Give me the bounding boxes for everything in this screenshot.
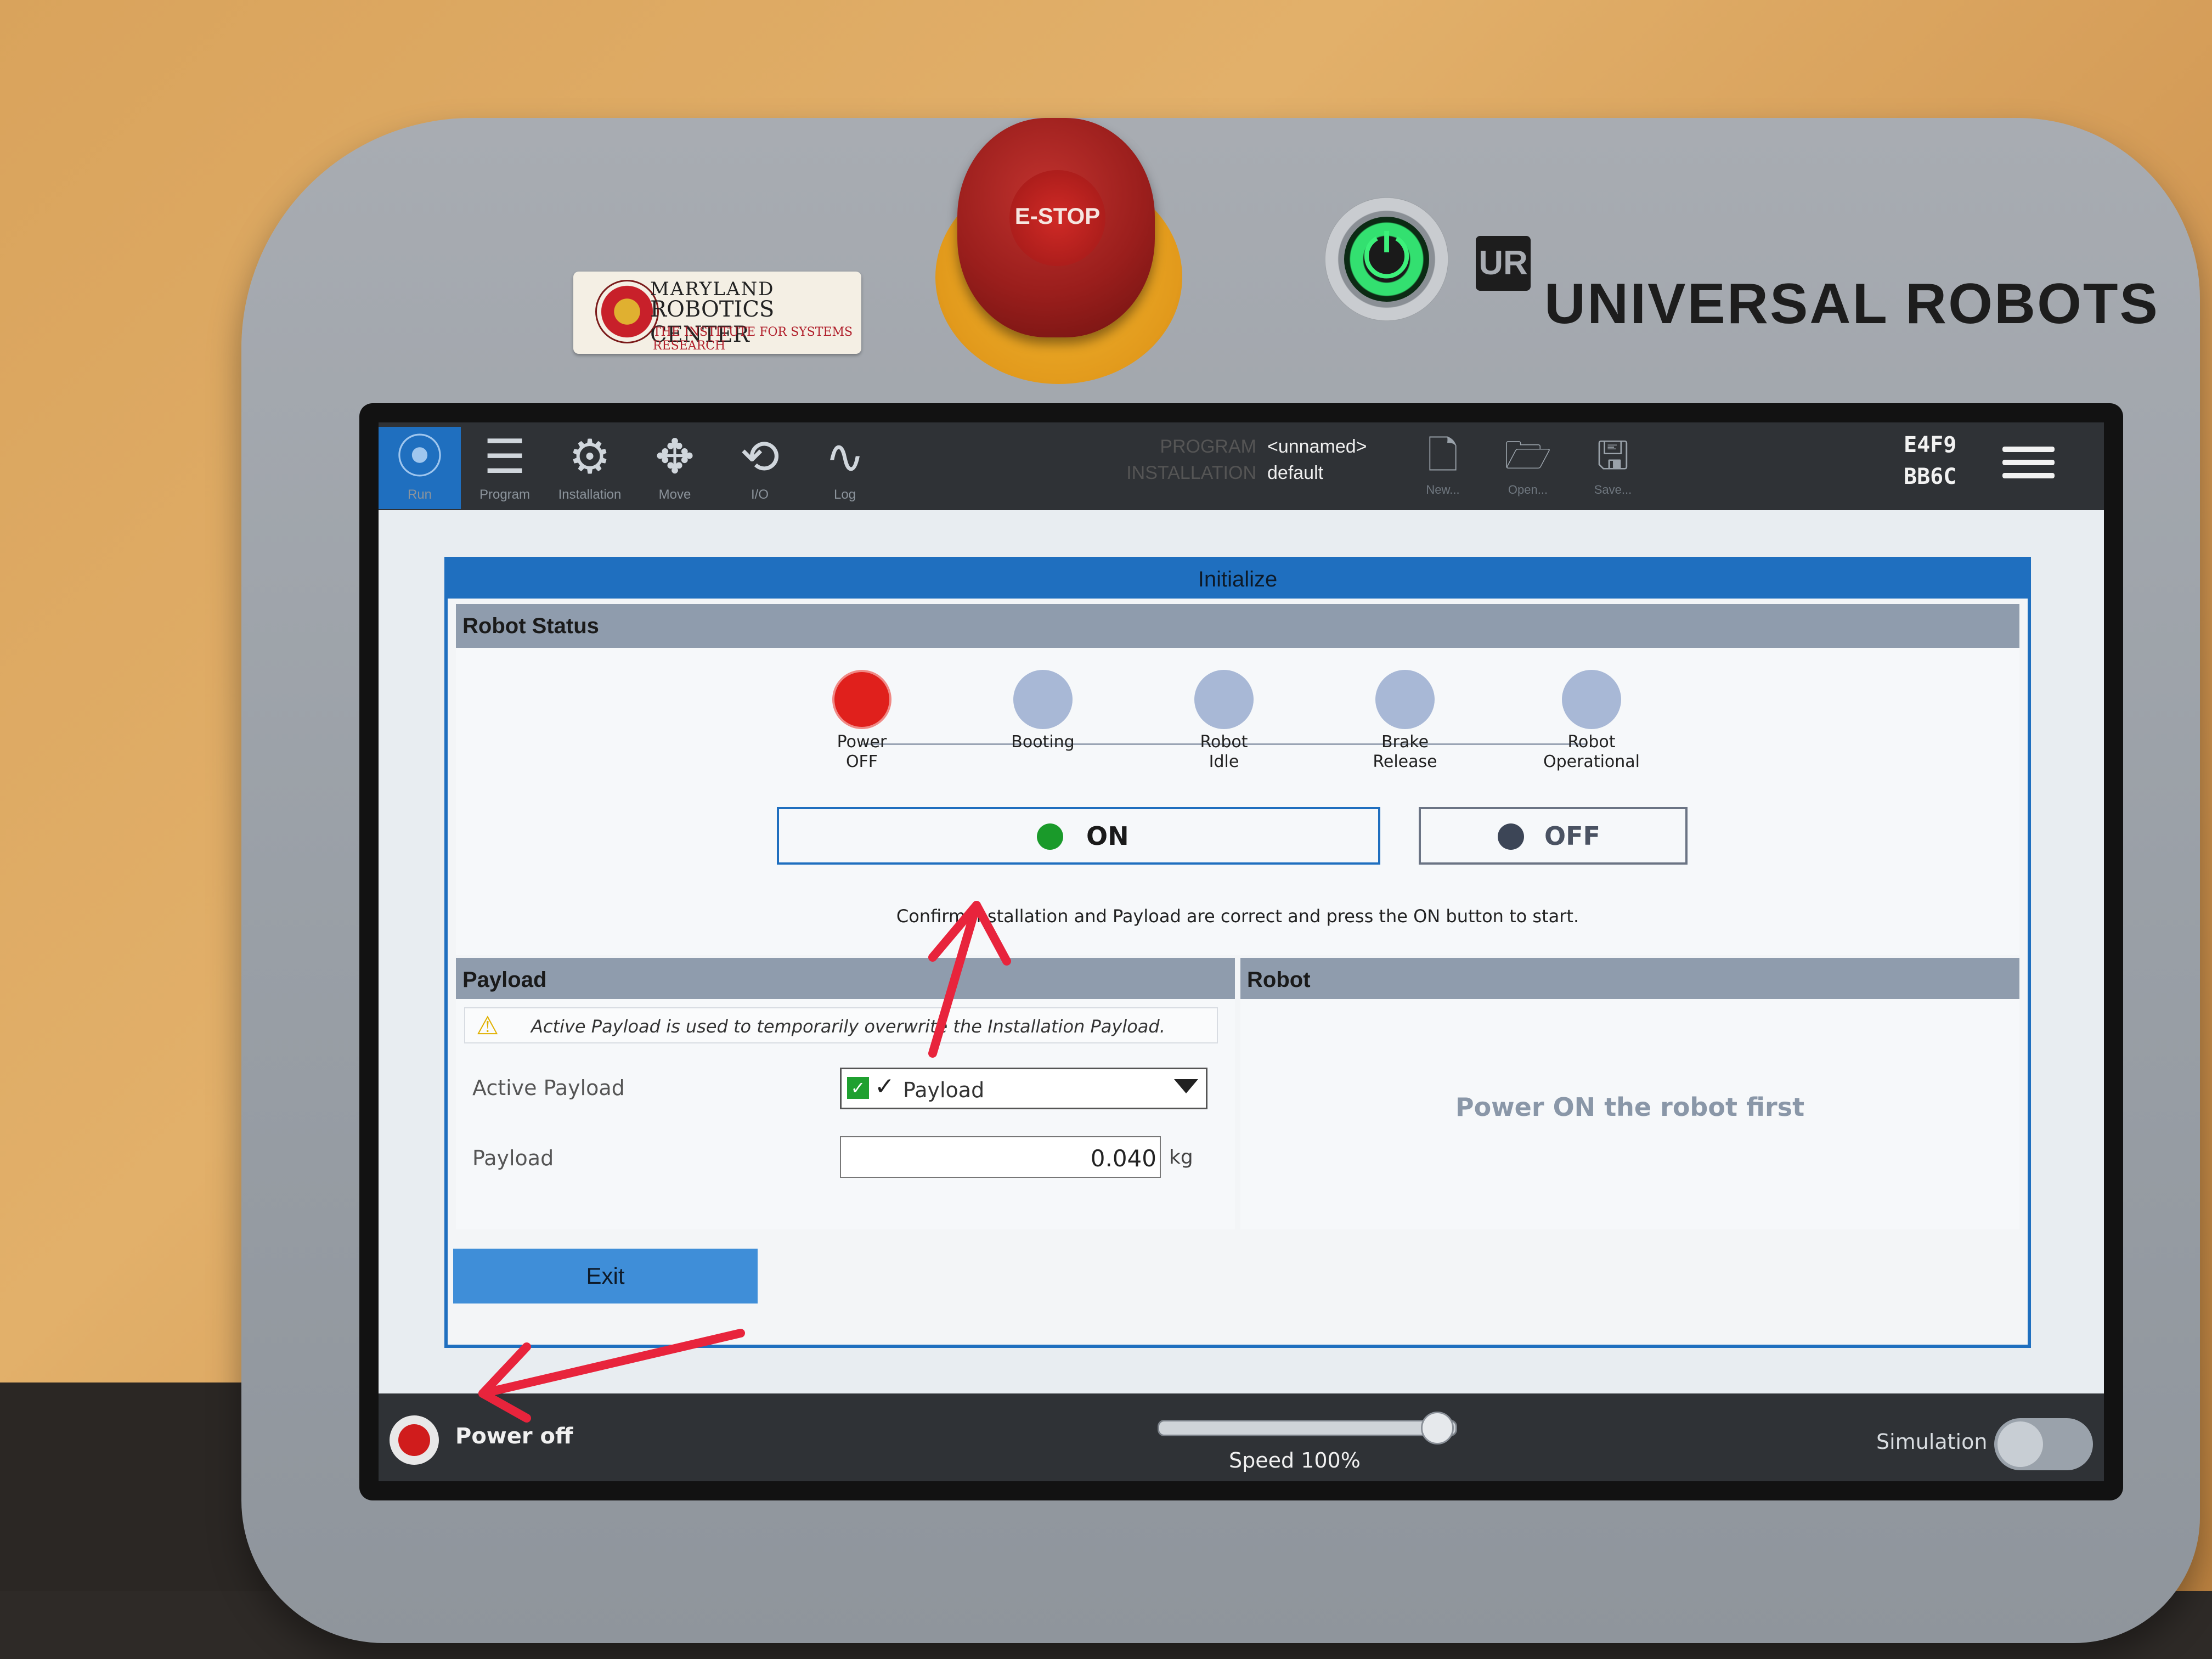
arrow-to-power-off: [478, 1329, 745, 1398]
annotation-arrows: [478, 901, 1011, 1423]
